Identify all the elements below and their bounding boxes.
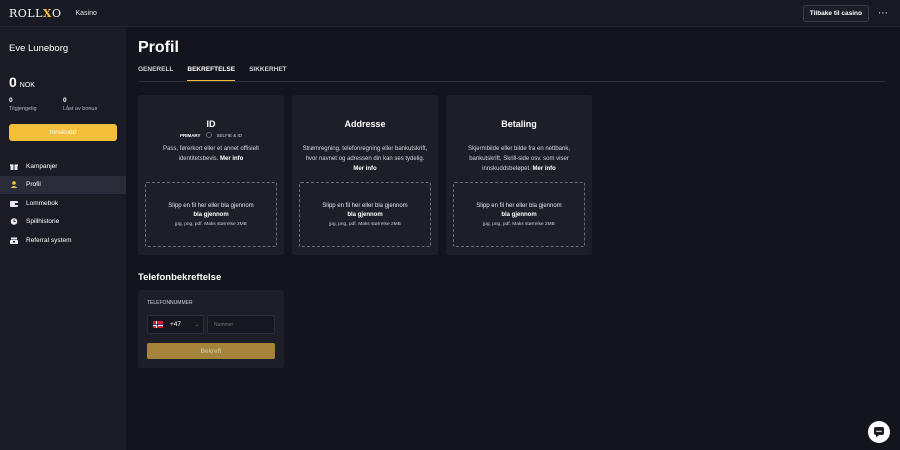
top-bar: ROLL X O Kasino Tilbake til casino ⋯	[0, 0, 900, 27]
browse-link[interactable]: bla gjennom	[300, 212, 430, 218]
locked-bonus-balance: 0 Låst av bonus	[63, 97, 98, 112]
id-verification-card: ID PRIMARY SELFIE & ID Pass, førerkort e…	[138, 95, 284, 255]
wallet-icon	[10, 200, 18, 207]
tab-verification[interactable]: BEKREFTELSE	[187, 66, 236, 81]
address-verification-card: Addresse Strømregning, telefonregning el…	[292, 95, 438, 255]
more-info-link[interactable]: Mer info	[353, 166, 376, 172]
phone-verification-title: Telefonbekreftelse	[138, 272, 222, 283]
selfie-id-option[interactable]: SELFIE & ID	[217, 133, 243, 138]
profile-tabs: GENERELL BEKREFTELSE SIKKERHET	[138, 66, 287, 81]
norway-flag-icon	[153, 321, 163, 328]
browse-link[interactable]: bla gjennom	[454, 212, 584, 218]
sidebar: Eve Luneborg 0 NOK 0 Tilgjengelig 0 Låst …	[0, 27, 126, 450]
balance-amount: 0 NOK	[9, 74, 35, 90]
tabs-divider	[138, 81, 886, 82]
phone-number-input[interactable]	[207, 315, 275, 334]
card-description: Pass, førerkort eller et annet offisielt…	[163, 146, 259, 162]
referral-icon	[10, 237, 18, 244]
user-name: Eve Luneborg	[9, 43, 69, 54]
more-info-link[interactable]: Mer info	[220, 156, 243, 162]
sidebar-item-campaigns[interactable]: Kampanjer	[0, 157, 126, 176]
phone-verification-card: TELEFONNUMMER +47 ⌄ Bekreft	[138, 290, 284, 368]
sidebar-item-profile[interactable]: Profil	[0, 175, 126, 194]
payment-verification-card: Betaling Skjermbilde eller bilde fra en …	[446, 95, 592, 255]
available-balance: 0 Tilgjengelig	[9, 97, 37, 112]
history-icon	[10, 218, 18, 226]
payment-file-dropzone[interactable]: Slipp en fil her eller bla gjennom bla g…	[453, 182, 585, 247]
address-file-dropzone[interactable]: Slipp en fil her eller bla gjennom bla g…	[299, 182, 431, 247]
sidebar-menu: Kampanjer Profil Lommebok Spillhistorie …	[0, 157, 126, 250]
tab-security[interactable]: SIKKERHET	[249, 66, 287, 81]
primary-option[interactable]: PRIMARY	[180, 133, 201, 138]
phone-number-label: TELEFONNUMMER	[147, 300, 193, 306]
verify-phone-button[interactable]: Bekreft	[147, 343, 275, 359]
country-code-select[interactable]: +47 ⌄	[147, 315, 204, 334]
id-file-dropzone[interactable]: Slipp en fil her eller bla gjennom bla g…	[145, 182, 277, 247]
card-title: Betaling	[501, 119, 537, 129]
more-info-link[interactable]: Mer info	[533, 166, 556, 172]
gift-icon	[10, 164, 18, 170]
sidebar-item-referral[interactable]: Referral system	[0, 231, 126, 250]
card-title: ID	[206, 119, 216, 129]
user-icon	[10, 181, 18, 189]
chat-icon	[874, 427, 884, 438]
card-description: Strømregning, telefonregning eller banku…	[302, 146, 428, 172]
card-description: Skjermbilde eller bilde fra en nettbank,…	[467, 146, 571, 172]
sidebar-item-wallet[interactable]: Lommebok	[0, 194, 126, 213]
chevron-down-icon: ⌄	[194, 321, 199, 328]
more-options-icon[interactable]: ⋯	[874, 5, 892, 22]
chat-support-button[interactable]	[868, 421, 890, 443]
back-to-casino-button[interactable]: Tilbake til casino	[802, 5, 869, 22]
page-title: Profil	[138, 39, 179, 56]
nav-casino-link[interactable]: Kasino	[76, 10, 97, 17]
card-title: Addresse	[344, 119, 386, 129]
currency-label: NOK	[19, 82, 35, 89]
sidebar-item-game-history[interactable]: Spillhistorie	[0, 213, 126, 232]
id-document-type-toggle: PRIMARY SELFIE & ID	[138, 132, 284, 138]
tab-general[interactable]: GENERELL	[138, 66, 173, 81]
rollxo-logo[interactable]: ROLL X O	[9, 7, 62, 20]
browse-link[interactable]: bla gjennom	[146, 212, 276, 218]
selfie-radio[interactable]	[205, 132, 212, 138]
deposit-button[interactable]: Innskudd	[9, 124, 117, 141]
